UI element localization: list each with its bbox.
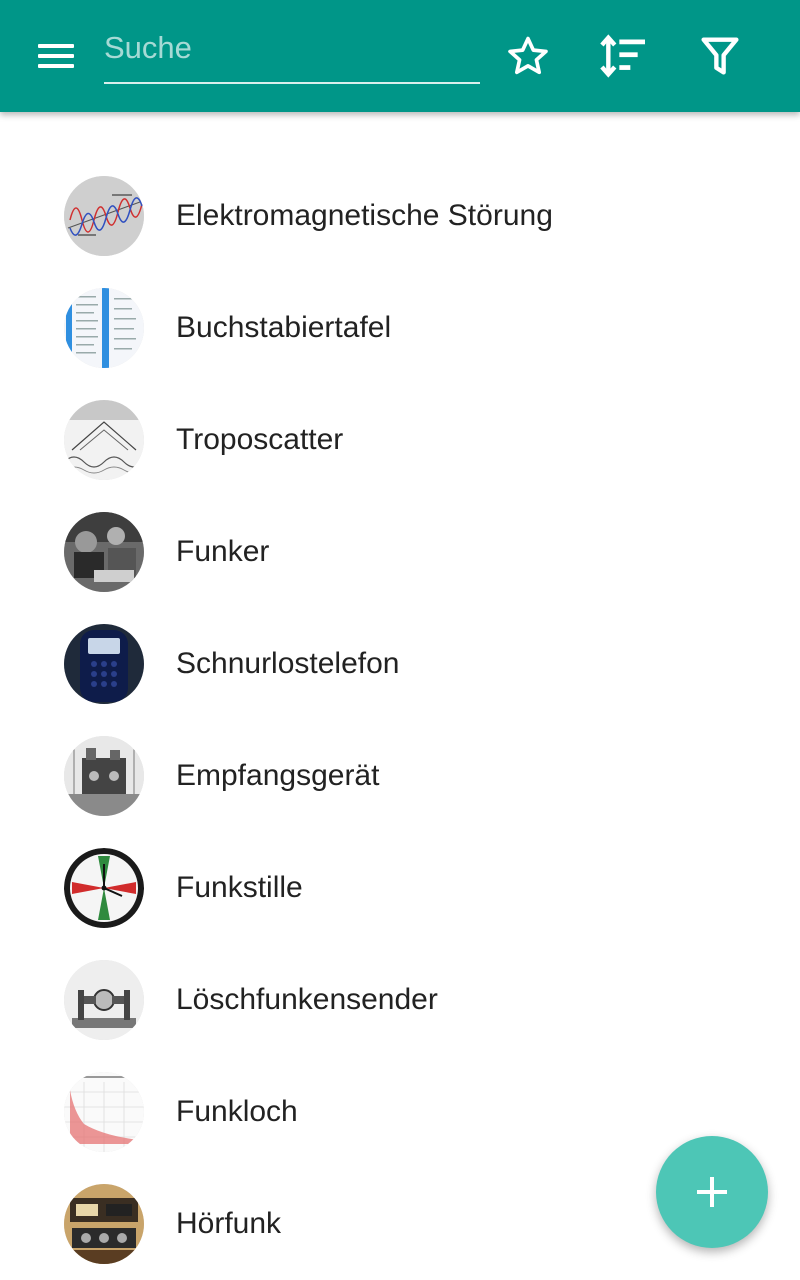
search-input[interactable] (104, 20, 480, 76)
list-item-label: Hörfunk (176, 1207, 282, 1240)
list-item-label: Troposcatter (176, 423, 344, 456)
list-item-label: Funker (176, 535, 270, 568)
list-item[interactable]: Löschfunkensender (0, 944, 800, 1056)
radio-studio-thumbnail (64, 1184, 144, 1264)
list-item-label: Löschfunkensender (176, 983, 438, 1016)
sort-button[interactable] (595, 28, 651, 84)
add-button[interactable] (656, 1136, 768, 1248)
favorites-button[interactable] (500, 28, 556, 84)
list-item-label: Elektromagnetische Störung (176, 199, 553, 232)
app-bar (0, 0, 800, 112)
menu-button[interactable] (30, 36, 82, 76)
list-item-label: Schnurlostelefon (176, 647, 400, 680)
list-item-label: Funkstille (176, 871, 303, 904)
filter-icon (701, 37, 739, 75)
list-item[interactable]: Empfangsgerät (0, 720, 800, 832)
list-item[interactable]: Elektromagnetische Störung (0, 160, 800, 272)
list-item-label: Buchstabiertafel (176, 311, 392, 344)
star-outline-icon (508, 36, 548, 75)
clock-dial-thumbnail (64, 848, 144, 928)
scatter-diagram-thumbnail (64, 400, 144, 480)
red-chart-thumbnail (64, 1072, 144, 1152)
list-item[interactable]: Funker (0, 496, 800, 608)
list-item[interactable]: Buchstabiertafel (0, 272, 800, 384)
wave-diagram-thumbnail (64, 176, 144, 256)
list-item[interactable]: Troposcatter (0, 384, 800, 496)
plus-icon (697, 1177, 727, 1207)
spark-transmitter-thumbnail (64, 960, 144, 1040)
list-item-label: Empfangsgerät (176, 759, 380, 792)
sort-icon (600, 34, 645, 78)
list-item[interactable]: Funkstille (0, 832, 800, 944)
search-field (104, 20, 480, 84)
photo-operator-thumbnail (64, 512, 144, 592)
list-item-label: Funkloch (176, 1095, 298, 1128)
list-item[interactable]: Schnurlostelefon (0, 608, 800, 720)
table-sheet-thumbnail (64, 288, 144, 368)
cordless-phone-thumbnail (64, 624, 144, 704)
filter-button[interactable] (692, 28, 748, 84)
entry-list: Elektromagnetische Störung Buchstabierta… (0, 160, 800, 1280)
receiver-device-thumbnail (64, 736, 144, 816)
